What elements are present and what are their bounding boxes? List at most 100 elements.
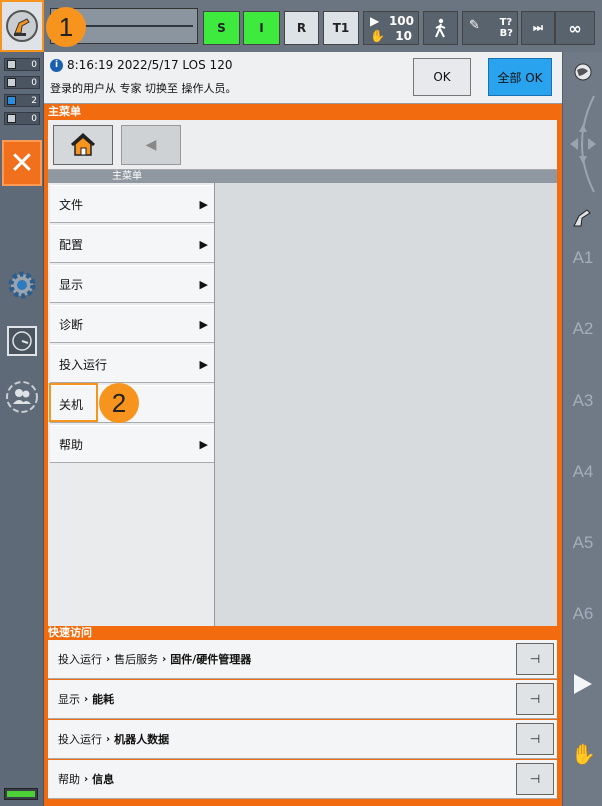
submenu-area (216, 183, 557, 626)
pin-button[interactable]: ⊣ (516, 683, 554, 715)
tool-icon: ✎ (469, 18, 480, 33)
start-button[interactable] (572, 672, 594, 700)
battery-indicator (4, 788, 38, 800)
submenu-arrow-icon: ▶ (199, 277, 208, 291)
menu-item-diagnosis[interactable]: 诊断 ▶ (50, 305, 214, 343)
path-target: 固件/硬件管理器 (170, 653, 252, 666)
override-button[interactable]: ▶ 100 ✋ 10 (363, 11, 419, 45)
back-button[interactable]: ◀ (121, 125, 181, 165)
info-message-icon (7, 96, 16, 105)
robot-axes-mode-button[interactable] (571, 204, 593, 232)
status-row-ack[interactable]: 0 (4, 76, 40, 89)
chevron-right-icon: › (162, 653, 167, 665)
axis-a2-label[interactable]: A2 (563, 319, 602, 339)
status-count: 0 (31, 59, 37, 70)
message-header: i 8:16:19 2022/5/17 LOS 120 (50, 58, 232, 72)
path-part: 投入运行 (58, 653, 102, 666)
robot-icon (6, 10, 38, 42)
wait-message-icon (7, 114, 16, 123)
chevron-right-icon: › (84, 693, 89, 705)
axis-a3-label[interactable]: A3 (563, 391, 602, 411)
submenu-arrow-icon: ▶ (199, 237, 208, 251)
gear-icon (8, 271, 36, 299)
robot-interpreter-button[interactable]: R (284, 11, 319, 45)
operating-mode-button[interactable]: T1 (323, 11, 359, 45)
tool-base-button[interactable]: ✎ T? B? (462, 11, 518, 45)
space-mouse-button[interactable] (566, 94, 600, 198)
path-part: 售后服务 (114, 653, 159, 666)
tool-base-text: T? B? (499, 17, 513, 39)
jog-hand-icon: ✋ (370, 29, 385, 43)
continuous-jog-button[interactable]: ∞ (555, 11, 595, 45)
quick-access-row[interactable]: 投入运行 › 机器人数据 ⊣ (48, 720, 557, 759)
status-count: 2 (31, 95, 37, 106)
run-mode-button[interactable] (423, 11, 458, 45)
pin-icon: ⊣ (529, 692, 541, 706)
submenu-arrow-icon: ▶ (199, 317, 208, 331)
program-override-value: 100 (388, 14, 414, 28)
globe-icon (574, 63, 592, 81)
axis-a5-label[interactable]: A5 (563, 533, 602, 553)
submenu-header: 主菜单 (48, 170, 557, 183)
incremental-jog-button[interactable]: ⏭ (521, 11, 555, 45)
robot-main-menu-button[interactable] (0, 0, 44, 52)
axis-a1-label[interactable]: A1 (563, 248, 602, 268)
home-button[interactable] (53, 125, 113, 165)
status-count: 0 (31, 113, 37, 124)
clock-rail-button[interactable] (3, 322, 41, 360)
settings-rail-button[interactable] (3, 266, 41, 304)
info-icon: i (50, 58, 63, 72)
callout-1: 1 (46, 7, 86, 47)
menu-item-label: 显示 (59, 277, 84, 292)
submenu-arrow-icon: ▶ (199, 357, 208, 371)
menu-item-help[interactable]: 帮助 ▶ (50, 425, 214, 463)
skip-forward-icon: ⏭ (533, 21, 543, 34)
menu-item-commissioning[interactable]: 投入运行 ▶ (50, 345, 214, 383)
close-menu-button[interactable]: ✕ (2, 140, 42, 186)
pin-icon: ⊣ (529, 732, 541, 746)
pin-button[interactable]: ⊣ (516, 763, 554, 795)
drives-button[interactable]: I (243, 11, 280, 45)
submit-interpreter-button[interactable]: S (203, 11, 240, 45)
quick-access-row[interactable]: 帮助 › 信息 ⊣ (48, 760, 557, 799)
main-menu-panel: 主菜单 ◀ 主菜单 文件 ▶ 配置 ▶ 显示 ▶ 诊断 ▶ 投入运行 ▶ 关机 帮助 ▶ 快… (44, 104, 562, 806)
pin-icon: ⊣ (529, 772, 541, 786)
shutdown-highlight (49, 383, 98, 422)
jog-hand-icon: ✋ (571, 742, 596, 766)
battery-level (7, 791, 35, 797)
quick-access-row[interactable]: 投入运行 › 售后服务 › 固件/硬件管理器 ⊣ (48, 640, 557, 679)
ok-button[interactable]: OK (413, 58, 471, 96)
stop-message-icon (7, 60, 16, 69)
quick-access-header: 快速访问 (48, 626, 92, 639)
quick-access-list: 投入运行 › 售后服务 › 固件/硬件管理器 ⊣ 显示 › 能耗 ⊣ 投入运行 › 机器… (48, 640, 557, 802)
axis-a6-label[interactable]: A6 (563, 604, 602, 624)
menu-item-config[interactable]: 配置 ▶ (50, 225, 214, 263)
space-mouse-icon (570, 95, 596, 193)
jog-hand-button[interactable]: ✋ (571, 742, 596, 766)
quick-access-row[interactable]: 显示 › 能耗 ⊣ (48, 680, 557, 719)
ok-all-button[interactable]: 全部 OK (488, 58, 552, 96)
play-icon (574, 674, 592, 694)
menu-item-display[interactable]: 显示 ▶ (50, 265, 214, 303)
right-rail: A1 A2 A3 A4 A5 A6 ✋ (562, 52, 602, 806)
status-row-info[interactable]: 2 (4, 94, 40, 107)
world-coordinates-button[interactable] (573, 62, 593, 86)
status-row-stop[interactable]: 0 (4, 58, 40, 71)
user-rail-button[interactable] (3, 378, 41, 416)
chevron-right-icon: › (106, 653, 111, 665)
path-part: 帮助 (58, 773, 80, 786)
menu-item-file[interactable]: 文件 ▶ (50, 185, 214, 223)
ack-message-icon (7, 78, 16, 87)
jog-override-value: 10 (395, 29, 412, 43)
left-rail: 0 0 2 0 ✕ (0, 0, 44, 806)
robot-arm-icon (573, 209, 591, 227)
pin-button[interactable]: ⊣ (516, 643, 554, 675)
menu-item-label: 文件 (59, 197, 84, 212)
menu-nav-bar: ◀ (48, 120, 557, 170)
play-icon: ▶ (370, 14, 380, 28)
status-row-wait[interactable]: 0 (4, 112, 40, 125)
chevron-right-icon: › (106, 733, 111, 745)
axis-a4-label[interactable]: A4 (563, 462, 602, 482)
pin-button[interactable]: ⊣ (516, 723, 554, 755)
path-target: 机器人数据 (114, 733, 170, 746)
